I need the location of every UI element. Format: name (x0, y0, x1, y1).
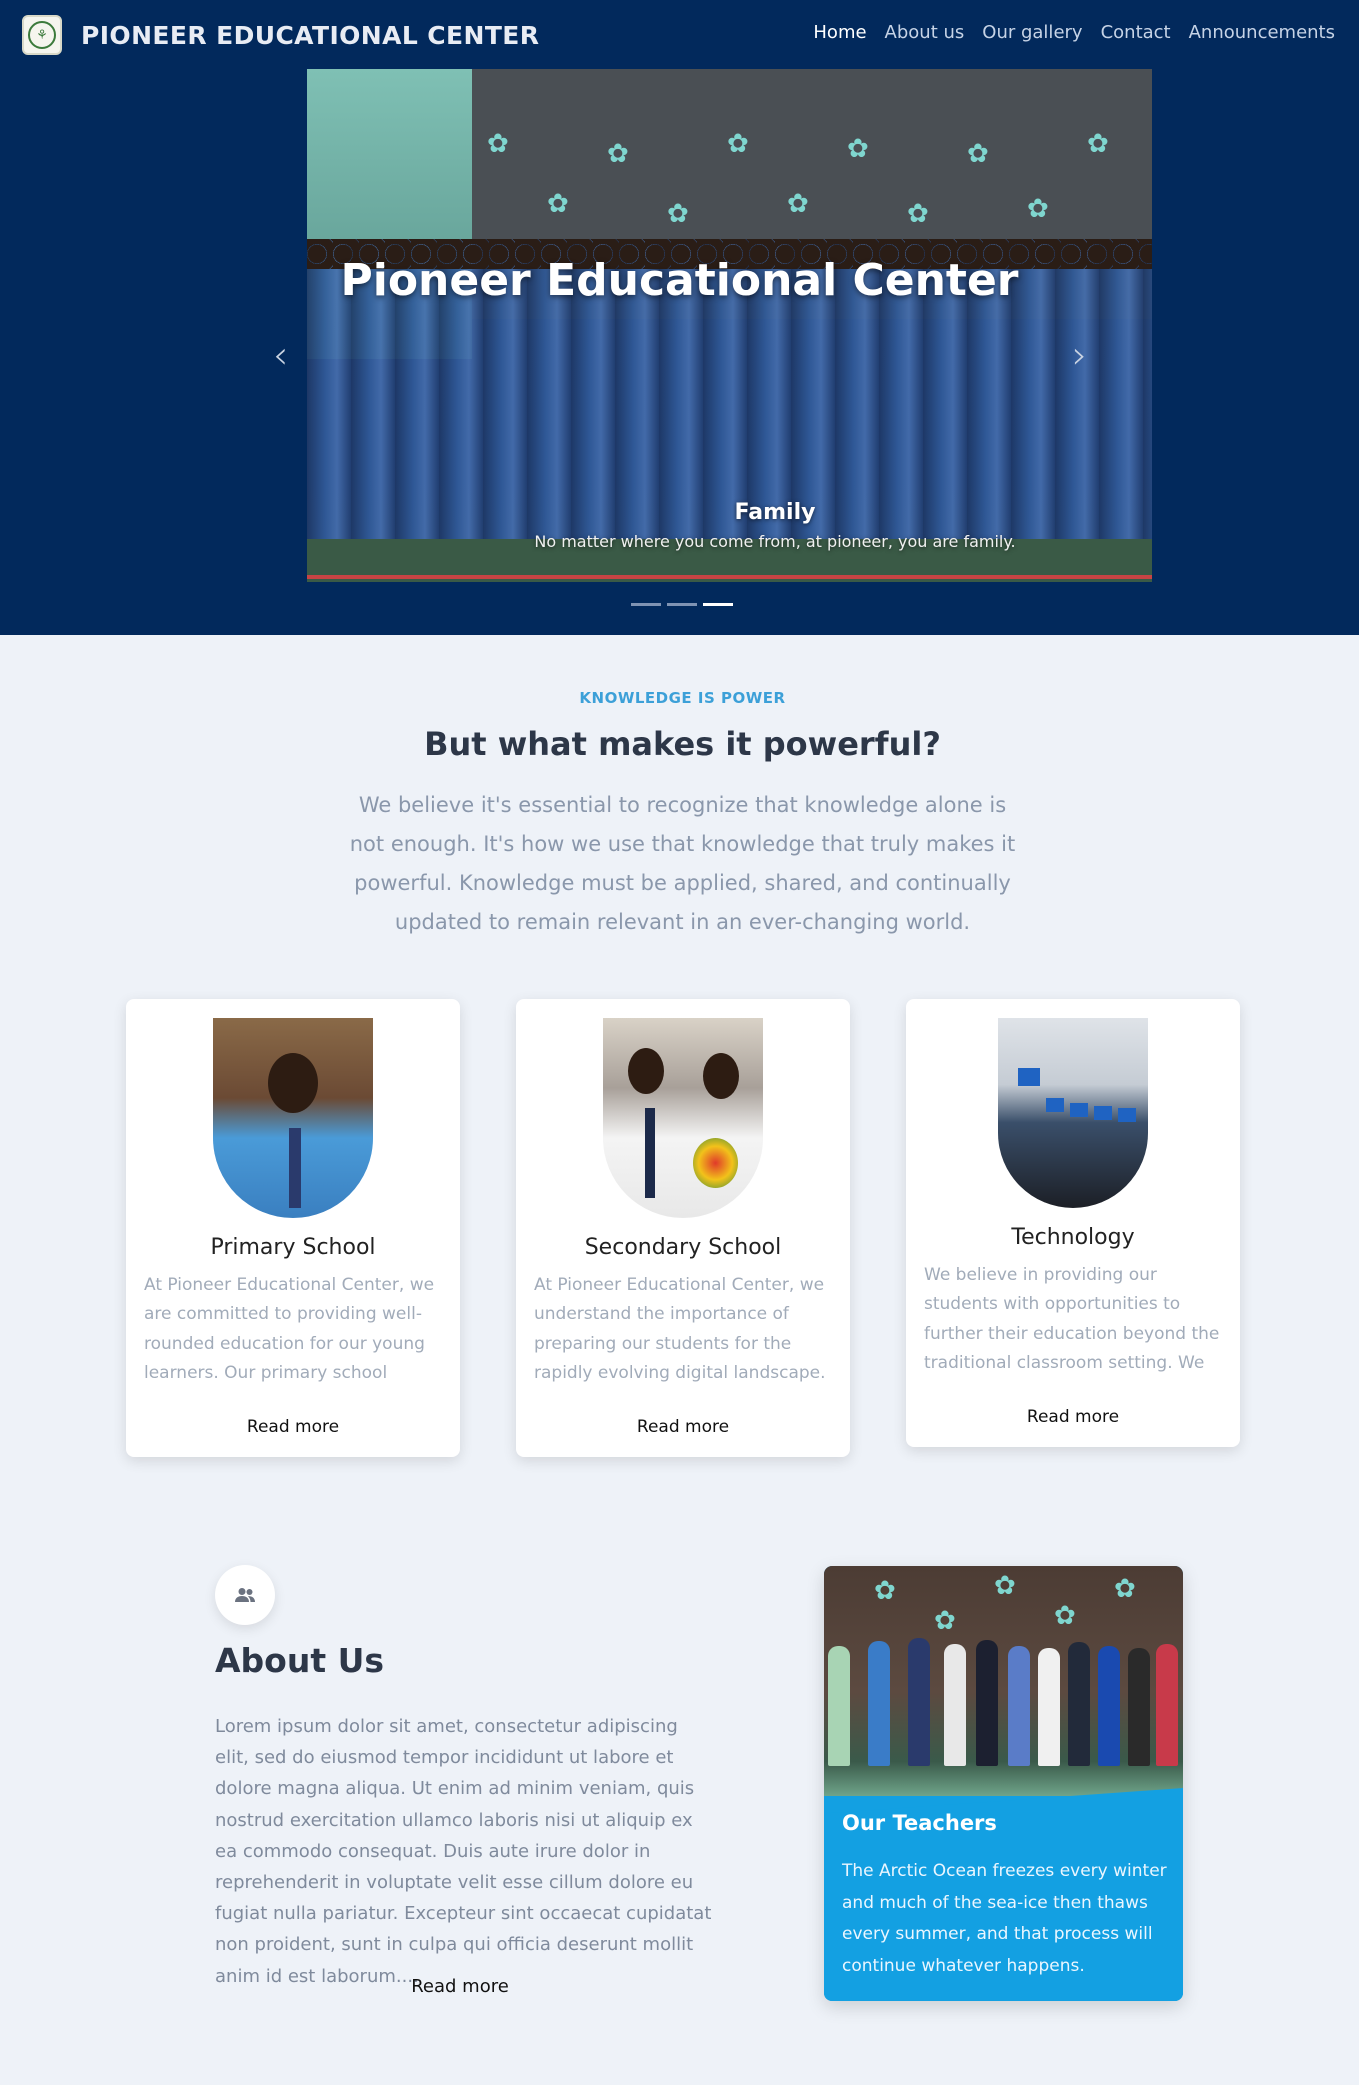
about-read-more-link[interactable]: Read more (0, 1976, 920, 1997)
users-icon (215, 1565, 275, 1625)
section-eyebrow: KNOWLEDGE IS POWER (579, 689, 786, 707)
card-title: Technology (1011, 1225, 1135, 1250)
card-technology: Technology We believe in providing our s… (906, 999, 1240, 1447)
carousel-caption-text: No matter where you come from, at pionee… (534, 532, 1016, 551)
card-image (213, 1018, 373, 1218)
carousel-indicator-active[interactable] (703, 603, 733, 606)
card-title: Secondary School (584, 1235, 782, 1260)
card-image (998, 1018, 1148, 1208)
brand-name: PIONEER EDUCATIONAL CENTER (81, 20, 540, 50)
section-headline: But what makes it powerful? (424, 725, 941, 763)
read-more-link[interactable]: Read more (906, 1407, 1240, 1427)
chevron-left-icon[interactable]: ‹ (273, 333, 288, 377)
nav-link-about[interactable]: About us (885, 22, 965, 43)
teachers-image: ✿ ✿ ✿ ✿ ✿ (824, 1566, 1183, 1796)
card-secondary-school: Secondary School At Pioneer Educational … (516, 999, 850, 1457)
card-image (603, 1018, 763, 1218)
section-intro: We believe it's essential to recognize t… (349, 793, 1016, 934)
nav-link-gallery[interactable]: Our gallery (982, 22, 1082, 43)
card-text: At Pioneer Educational Center, we are co… (144, 1275, 435, 1383)
read-more-link[interactable]: Read more (126, 1417, 460, 1437)
chevron-right-icon[interactable]: › (1072, 333, 1087, 377)
teachers-text: The Arctic Ocean freezes every winter an… (842, 1861, 1167, 1976)
about-title: About Us (215, 1641, 385, 1680)
card-title: Primary School (210, 1235, 376, 1260)
brand[interactable]: ⚘ PIONEER EDUCATIONAL CENTER (22, 15, 539, 55)
carousel-title: Pioneer Educational Center (340, 255, 1019, 306)
carousel-indicator[interactable] (667, 603, 697, 606)
carousel-caption-title: Family (734, 500, 816, 525)
nav-link-contact[interactable]: Contact (1101, 22, 1171, 43)
school-logo: ⚘ (22, 15, 62, 55)
carousel-indicators (631, 603, 733, 606)
card-text: At Pioneer Educational Center, we unders… (534, 1275, 826, 1383)
hero-section: ⚘ PIONEER EDUCATIONAL CENTER Home About … (0, 0, 1359, 635)
read-more-link[interactable]: Read more (516, 1417, 850, 1437)
card-primary-school: Primary School At Pioneer Educational Ce… (126, 999, 460, 1457)
navbar: ⚘ PIONEER EDUCATIONAL CENTER Home About … (0, 0, 1359, 69)
nav-link-announcements[interactable]: Announcements (1189, 22, 1335, 43)
card-text: We believe in providing our students wit… (924, 1265, 1220, 1373)
nav-link-home[interactable]: Home (813, 22, 866, 43)
nav-links: Home About us Our gallery Contact Announ… (813, 22, 1335, 43)
teachers-title: Our Teachers (842, 1811, 997, 1835)
carousel-indicator[interactable] (631, 603, 661, 606)
about-text: Lorem ipsum dolor sit amet, consectetur … (215, 1716, 712, 1987)
teachers-card: ✿ ✿ ✿ ✿ ✿ Our Teachers The Arctic Ocean … (824, 1566, 1183, 2001)
